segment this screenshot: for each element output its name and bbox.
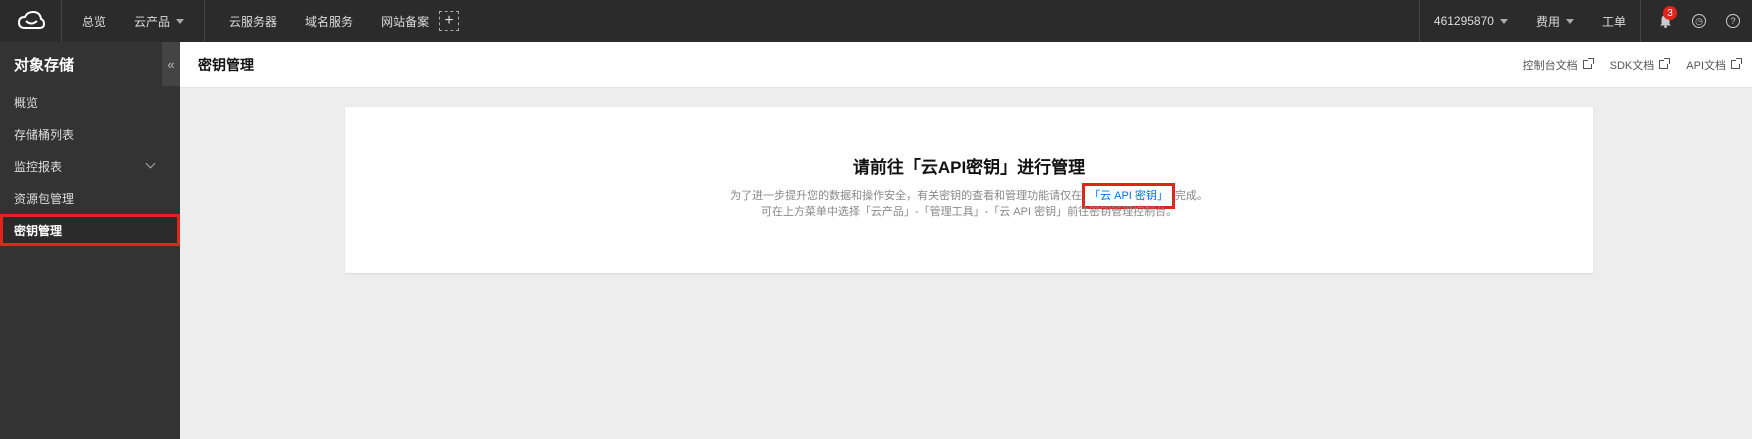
main-content: 密钥管理 控制台文档 SDK文档 API文档 请前往「云API密钥」进行管理 为… [180, 42, 1752, 439]
api-docs-link[interactable]: API文档 [1686, 57, 1742, 73]
notice-text: 完成。 [1174, 190, 1208, 202]
external-link-icon [1582, 58, 1594, 69]
chevron-down-icon [145, 158, 156, 169]
notification-button[interactable]: 3 [1641, 0, 1682, 42]
nav-products[interactable]: 云产品 [120, 0, 198, 42]
add-shortcut-icon[interactable]: + [439, 11, 460, 31]
page-header: 密钥管理 控制台文档 SDK文档 API文档 [180, 42, 1752, 88]
help-icon: ? [1726, 14, 1740, 28]
caret-down-icon [176, 18, 185, 24]
sidebar-item-overview[interactable]: 概览 [0, 86, 180, 118]
notice-card: 请前往「云API密钥」进行管理 为了进一步提升您的数据和操作安全，有关密钥的查看… [345, 107, 1593, 273]
billing-menu[interactable]: 费用 [1522, 0, 1588, 42]
sidebar-header: 对象存储 « [0, 42, 180, 86]
external-link-icon [1659, 58, 1671, 69]
cloud-logo-icon[interactable] [0, 0, 62, 42]
nav-icp[interactable]: 网站备案 [367, 0, 433, 42]
nav-domain[interactable]: 域名服务 [291, 0, 367, 42]
doc-link-label: API文档 [1686, 59, 1726, 72]
account-id: 461295870 [1433, 14, 1494, 28]
caret-down-icon [1499, 18, 1508, 24]
help-button[interactable]: ? [1716, 0, 1752, 42]
sidebar: 对象存储 « 概览 存储桶列表 监控报表 资源包管理 密钥管理 [0, 42, 180, 439]
sidebar-item-bucket-list[interactable]: 存储桶列表 [0, 118, 180, 150]
doc-links: 控制台文档 SDK文档 API文档 [1505, 57, 1742, 73]
external-link-icon [1731, 58, 1742, 69]
console-docs-link[interactable]: 控制台文档 [1522, 57, 1594, 73]
notification-badge: 3 [1663, 6, 1677, 20]
top-navbar: 总览 云产品 云服务器 域名服务 网站备案 + 461295870 费用 工单 … [0, 0, 1752, 42]
notice-text: 为了进一步提升您的数据和操作安全，有关密钥的查看和管理功能请仅在 [730, 190, 1083, 202]
notice-line-2: 可在上方菜单中选择「云产品」-「管理工具」-「云 API 密钥」前往密钥管理控制… [760, 206, 1178, 218]
doc-link-label: 控制台文档 [1522, 59, 1578, 72]
ticket-link[interactable]: 工单 [1588, 0, 1640, 42]
nav-cvm[interactable]: 云服务器 [215, 0, 291, 42]
nav-overview[interactable]: 总览 [62, 0, 120, 42]
notice-title: 请前往「云API密钥」进行管理 [852, 158, 1086, 177]
sidebar-item-resource-packs[interactable]: 资源包管理 [0, 182, 180, 214]
account-menu[interactable]: 461295870 [1420, 0, 1522, 42]
caret-down-icon [1565, 18, 1574, 24]
sidebar-item-key-management[interactable]: 密钥管理 [0, 214, 180, 246]
top-right-menu: 461295870 费用 工单 3 ◷ ? [1418, 0, 1752, 42]
sdk-docs-link[interactable]: SDK文档 [1609, 57, 1671, 73]
clock-icon: ◷ [1692, 14, 1706, 28]
sidebar-item-label: 监控报表 [14, 159, 63, 174]
nav-products-label: 云产品 [134, 14, 171, 29]
nav-divider [204, 0, 206, 42]
sidebar-item-monitoring[interactable]: 监控报表 [0, 150, 180, 182]
collapse-sidebar-icon[interactable]: « [162, 42, 180, 86]
history-button[interactable]: ◷ [1682, 0, 1716, 42]
doc-link-label: SDK文档 [1609, 59, 1655, 72]
page-title: 密钥管理 [198, 56, 254, 73]
sidebar-title: 对象存储 [14, 56, 75, 74]
notice-line-1: 为了进一步提升您的数据和操作安全，有关密钥的查看和管理功能请仅在 「云 API 密… [345, 183, 1593, 209]
billing-label: 费用 [1535, 14, 1560, 29]
